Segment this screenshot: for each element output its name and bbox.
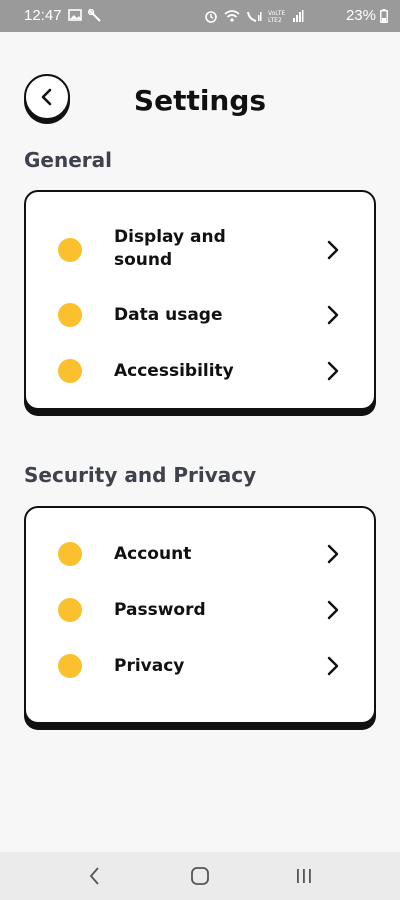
- settings-item-privacy[interactable]: Privacy: [26, 642, 374, 690]
- chevron-right-icon: [327, 240, 339, 260]
- section-title-security-and-privacy: Security and Privacy: [24, 463, 257, 487]
- settings-item-label: Password: [114, 600, 206, 620]
- settings-card-general: Display and sound Data usage Accessibili…: [24, 190, 376, 410]
- settings-item-label: Privacy: [114, 656, 185, 676]
- settings-card-security-and-privacy: Account Password Privacy: [24, 506, 376, 724]
- settings-item-password[interactable]: Password: [26, 586, 374, 634]
- settings-item-display-and-sound[interactable]: Display and sound: [26, 224, 374, 278]
- nav-recents-icon[interactable]: [294, 865, 314, 887]
- volte-icon: VoLTE LTE2: [268, 10, 285, 23]
- section-title-general: General: [24, 148, 112, 172]
- settings-item-account[interactable]: Account: [26, 530, 374, 578]
- chevron-right-icon: [327, 305, 339, 325]
- image-icon: [68, 9, 82, 21]
- nav-back-icon[interactable]: [88, 865, 102, 887]
- chevron-right-icon: [327, 600, 339, 620]
- system-nav-bar: [0, 852, 400, 900]
- settings-item-label: Data usage: [114, 305, 223, 325]
- nav-home-icon[interactable]: [190, 865, 210, 887]
- status-bar: 12:47 VoLTE LTE2 23%: [0, 0, 400, 32]
- battery-percent: 23%: [345, 7, 376, 24]
- settings-item-label: Accessibility: [114, 361, 234, 381]
- alarm-icon: [205, 11, 217, 23]
- signal-icon: [293, 10, 304, 22]
- wifi-icon: [224, 10, 240, 22]
- settings-item-data-usage[interactable]: Data usage: [26, 291, 374, 339]
- status-time: 12:47: [24, 7, 62, 24]
- svg-text:VoLTE: VoLTE: [268, 10, 285, 17]
- yellow-dot-icon: [58, 303, 82, 327]
- call-signal-icon: [247, 11, 262, 22]
- yellow-dot-icon: [58, 542, 82, 566]
- yellow-dot-icon: [58, 359, 82, 383]
- page-title: Settings: [133, 84, 267, 117]
- chevron-right-icon: [327, 544, 339, 564]
- settings-item-label: Display and sound: [114, 227, 226, 270]
- yellow-dot-icon: [58, 238, 82, 262]
- wrench-icon: [88, 9, 101, 22]
- chevron-right-icon: [327, 656, 339, 676]
- settings-item-accessibility[interactable]: Accessibility: [26, 347, 374, 395]
- yellow-dot-icon: [58, 654, 82, 678]
- battery-icon: [380, 9, 388, 23]
- yellow-dot-icon: [58, 598, 82, 622]
- chevron-right-icon: [327, 361, 339, 381]
- settings-item-label: Account: [114, 544, 192, 564]
- svg-text:LTE2: LTE2: [268, 17, 282, 23]
